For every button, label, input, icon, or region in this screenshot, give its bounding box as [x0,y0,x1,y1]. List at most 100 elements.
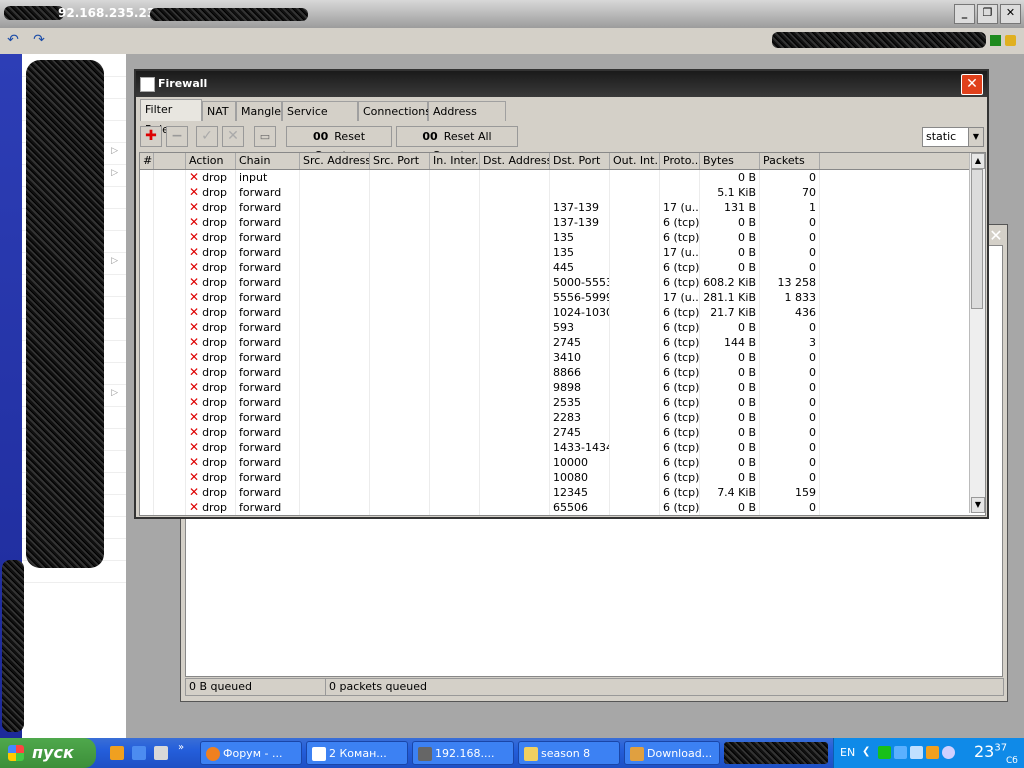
task-button[interactable]: Форум - ... [200,741,302,765]
tab-service-ports[interactable]: Service Ports [282,101,358,138]
tab-mangle[interactable]: Mangle [236,101,282,121]
disable-icon[interactable]: ✕ [222,126,244,147]
task-button[interactable]: season 8 [518,741,620,765]
table-row[interactable]: ✕ drop forward 3410 6 (tcp) 0 B0 [140,350,970,365]
column-header[interactable]: Out. Int... [610,153,660,169]
vertical-scrollbar[interactable]: ▲ ▼ [969,153,985,513]
column-header[interactable]: Dst. Address [480,153,550,169]
table-row[interactable]: ✕ drop forward 10000 6 (tcp) 0 B0 [140,455,970,470]
quicklaunch-icon[interactable] [154,746,168,760]
tray-app-icon[interactable] [878,746,891,759]
filter-select[interactable]: static ▼ [922,127,984,147]
table-row[interactable]: ✕ drop forward 137-139 6 (tcp) 0 B0 [140,215,970,230]
maximize-button[interactable]: ❐ [977,4,998,24]
quicklaunch-icon[interactable] [132,746,146,760]
table-row[interactable]: ✕ drop forward 5000-5553 6 (tcp) 608.2 KiB 13 … [140,275,970,290]
undo-icon[interactable]: ↶ [3,30,23,50]
enable-icon[interactable]: ✓ [196,126,218,147]
cell-empty [480,215,550,230]
chevron-right-icon: ▷ [111,388,118,398]
tab-connections[interactable]: Connections [358,101,431,121]
column-header[interactable]: Packets [760,153,820,169]
clock[interactable]: 2337 Сб [974,742,1018,766]
table-row[interactable]: ✕ drop input 0 B0 [140,170,970,185]
cell-empty [140,215,154,230]
tray-app-icon[interactable] [926,746,939,759]
cell-dst-port: 593 [550,320,610,335]
network-icon[interactable] [894,746,907,759]
cell-proto: 17 (u... [660,200,700,215]
scroll-down-icon[interactable]: ▼ [971,497,985,513]
start-button[interactable]: пуск [0,738,96,768]
table-row[interactable]: ✕ drop forward 65506 6 (tcp) 0 B0 [140,500,970,515]
chevron-right-icon[interactable]: » [178,742,192,756]
column-header[interactable]: Src. Address [300,153,370,169]
comment-icon[interactable]: ▭ [254,126,276,147]
task-button[interactable]: 192.168.... [412,741,514,765]
task-button[interactable]: Download... [624,741,720,765]
table-row[interactable]: ✕ drop forward 135 6 (tcp) 0 B0 [140,230,970,245]
drop-icon: ✕ [189,455,200,469]
tab-nat[interactable]: NAT [202,101,236,121]
chevron-right-icon: ▷ [111,146,118,156]
tray-app-icon[interactable] [942,746,955,759]
table-row[interactable]: ✕ drop forward 8866 6 (tcp) 0 B0 [140,365,970,380]
table-row[interactable]: ✕ drop forward 1433-1434 6 (tcp) 0 B0 [140,440,970,455]
table-row[interactable]: ✕ drop forward 5556-5999 17 (u... 281.1 KiB 1 … [140,290,970,305]
tray-chevron-icon[interactable]: ❮ [862,746,875,759]
cell-empty [610,230,660,245]
column-header[interactable]: # [140,153,154,169]
table-row[interactable]: ✕ drop forward 2745 6 (tcp) 0 B0 [140,425,970,440]
language-indicator[interactable]: EN [840,746,855,759]
table-row[interactable]: ✕ drop forward 10080 6 (tcp) 0 B0 [140,470,970,485]
remove-icon[interactable]: − [166,126,188,147]
tray-app-icon[interactable] [910,746,923,759]
table-row[interactable]: ✕ drop forward 2745 6 (tcp) 144 B3 [140,335,970,350]
column-header[interactable]: In. Inter... [430,153,480,169]
table-row[interactable]: ✕ drop forward 2535 6 (tcp) 0 B0 [140,395,970,410]
cell-empty [140,425,154,440]
redo-icon[interactable]: ↷ [29,30,49,50]
table-row[interactable]: ✕ drop forward 12345 6 (tcp) 7.4 KiB 159 [140,485,970,500]
table-row[interactable]: ✕ drop forward 2283 6 (tcp) 0 B0 [140,410,970,425]
scroll-up-icon[interactable]: ▲ [971,153,985,169]
task-button[interactable]: 2 Коман... [306,741,408,765]
task-label: 192.168.... [435,747,495,760]
column-header[interactable] [154,153,186,169]
action-bar: ✚ − ✓ ✕ ▭ 00Reset Counters 00Reset All C… [138,123,985,162]
quicklaunch-icon[interactable] [110,746,124,760]
table-row[interactable]: ✕ drop forward 9898 6 (tcp) 0 B0 [140,380,970,395]
scroll-thumb[interactable] [971,169,983,309]
close-button[interactable]: ✕ [1000,4,1021,24]
minimize-button[interactable]: _ [954,4,975,24]
cell-empty [300,290,370,305]
close-button[interactable]: ✕ [961,74,983,95]
tab-filter-rules[interactable]: Filter Rules [140,99,202,136]
table-row[interactable]: ✕ drop forward 137-139 17 (u... 131 B1 [140,200,970,215]
tab-address-lists[interactable]: Address Lists [428,101,506,138]
column-header[interactable]: Dst. Port [550,153,610,169]
table-row[interactable]: ✕ drop forward 135 17 (u... 0 B0 [140,245,970,260]
close-icon[interactable]: ✕ [987,227,1005,245]
table-row[interactable]: ✕ drop forward 1024-1030 6 (tcp) 21.7 KiB 436 [140,305,970,320]
action-label: drop [202,426,228,439]
reset-all-counters-button[interactable]: 00Reset All Counters [396,126,518,162]
table-row[interactable]: ✕ drop forward 445 6 (tcp) 0 B0 [140,260,970,275]
table-row[interactable]: ✕ drop forward 593 6 (tcp) 0 B0 [140,320,970,335]
cell-packets: 0 [760,260,820,275]
column-header[interactable]: Src. Port [370,153,430,169]
cell-empty [430,275,480,290]
column-header[interactable]: Chain [236,153,300,169]
table-row[interactable]: ✕ drop forward 5.1 KiB 70 [140,185,970,200]
cell-packets: 1 833 [760,290,820,305]
action-label: drop [202,186,228,199]
column-header[interactable]: Bytes [700,153,760,169]
cell-dst-port: 10080 [550,470,610,485]
reset-counters-button[interactable]: 00Reset Counters [286,126,392,162]
column-header[interactable]: Action [186,153,236,169]
column-header[interactable]: Proto... [660,153,700,169]
cell-empty [480,170,550,185]
add-icon[interactable]: ✚ [140,126,162,147]
cell-chain: input [236,170,300,185]
cell-empty [140,335,154,350]
